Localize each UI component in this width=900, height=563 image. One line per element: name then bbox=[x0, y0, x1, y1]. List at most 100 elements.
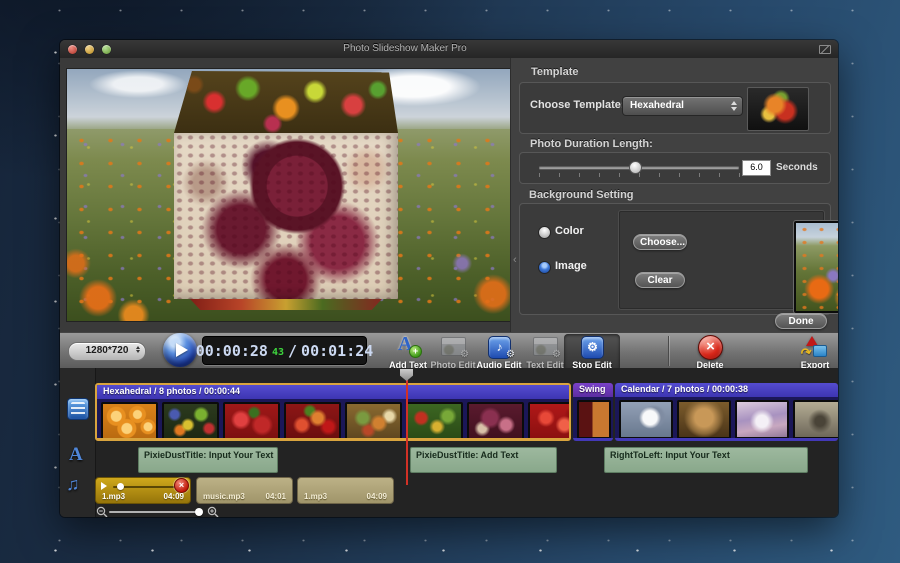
time-display: 00:00:28 43 / 00:01:24 bbox=[202, 336, 367, 365]
duration-unit-label: Seconds bbox=[776, 162, 818, 173]
photo-thumbnail-red-berries[interactable] bbox=[528, 402, 571, 441]
clear-background-button[interactable]: Clear bbox=[635, 272, 685, 288]
playhead-handle[interactable] bbox=[400, 369, 413, 381]
photo-track-thumbnails bbox=[615, 397, 838, 439]
background-image-thumbnail bbox=[794, 221, 838, 313]
duration-slider-ticks bbox=[539, 173, 740, 177]
audio-edit-icon: ♪ ⚙ bbox=[486, 336, 512, 357]
resolution-dropdown[interactable]: 1280*720 bbox=[68, 342, 146, 361]
duration-group-box: 6.0 Seconds bbox=[519, 152, 831, 184]
delete-icon: × bbox=[697, 336, 723, 357]
photo-edit-button: ⚙ Photo Edit bbox=[427, 334, 479, 371]
color-radio[interactable] bbox=[538, 226, 551, 239]
photo-thumbnail-berry-mix[interactable] bbox=[162, 402, 219, 441]
photo-thumbnail-swing[interactable] bbox=[577, 400, 611, 439]
template-dropdown[interactable]: Hexahedral bbox=[622, 96, 743, 116]
audio-block-2[interactable]: 1.mp3 04:09 bbox=[297, 477, 394, 504]
play-button[interactable] bbox=[163, 333, 197, 367]
zoom-in-icon[interactable] bbox=[207, 506, 219, 517]
photo-track-swing[interactable]: Swing bbox=[573, 383, 613, 441]
slideshow-preview[interactable] bbox=[66, 68, 512, 322]
audio-duration: 04:09 bbox=[164, 492, 184, 501]
stop-edit-icon: ⚙ bbox=[579, 336, 605, 357]
photo-thumbnail-lion[interactable] bbox=[677, 400, 731, 439]
zoom-out-icon[interactable] bbox=[96, 506, 108, 517]
audio-edit-button[interactable]: ♪ ⚙ Audio Edit bbox=[473, 334, 525, 371]
drawer-toggle-icon[interactable] bbox=[819, 45, 831, 54]
choose-template-label: Choose Template: bbox=[530, 99, 625, 111]
audio-name: music.mp3 bbox=[203, 492, 245, 501]
timeline-tracks: Hexahedral / 8 photos / 00:00:44 SwingCal… bbox=[95, 368, 838, 517]
audio-block-0[interactable]: ×1.mp304:09 bbox=[95, 477, 191, 504]
play-icon bbox=[176, 343, 188, 357]
cube-bottom-face bbox=[184, 299, 388, 310]
add-text-icon: A + bbox=[395, 336, 421, 357]
dropdown-stepper-icon bbox=[728, 99, 739, 112]
resolution-stepper-icon bbox=[136, 346, 140, 353]
audio-progress-slider[interactable] bbox=[113, 486, 179, 488]
photo-thumbnail-cherries[interactable] bbox=[284, 402, 341, 441]
duration-slider[interactable] bbox=[539, 166, 739, 169]
photo-thumbnail-oranges[interactable] bbox=[101, 402, 158, 441]
audio-block-footer: 1.mp304:09 bbox=[102, 492, 184, 501]
resolution-value: 1280*720 bbox=[86, 345, 129, 356]
panel-grip-icon: ‹ bbox=[513, 254, 517, 266]
photo-thumbnail-mountain[interactable] bbox=[735, 400, 789, 439]
window-title: Photo Slideshow Maker Pro bbox=[60, 43, 750, 54]
timeline-track-icons: A ♫ bbox=[60, 368, 96, 517]
desktop-background: Photo Slideshow Maker Pro ‹ Template Cho… bbox=[0, 0, 900, 563]
text-block-1[interactable]: PixieDustTitle: Add Text bbox=[410, 447, 557, 473]
template-preview-thumbnail bbox=[747, 87, 809, 131]
timeline-zoom-thumb[interactable] bbox=[195, 508, 203, 516]
color-radio-label: Color bbox=[555, 225, 584, 237]
time-frames: 43 bbox=[272, 344, 284, 358]
stop-edit-button[interactable]: ⚙ Stop Edit bbox=[564, 334, 620, 371]
photo-track-hexahedral[interactable]: Hexahedral / 8 photos / 00:00:44 bbox=[95, 383, 571, 441]
photo-thumbnail-veggies[interactable] bbox=[406, 402, 463, 441]
template-section-label: Template bbox=[531, 66, 578, 78]
image-radio[interactable] bbox=[538, 261, 551, 274]
duration-section-label: Photo Duration Length: bbox=[530, 138, 653, 150]
audio-progress-thumb[interactable] bbox=[117, 483, 124, 490]
background-image-box: Choose... Clear bbox=[619, 211, 824, 309]
delete-button[interactable]: × Delete bbox=[682, 334, 738, 371]
toolbar: 1280*720 00:00:28 43 / 00:01:24 A + Add … bbox=[60, 332, 838, 370]
audio-track-row: ×1.mp304:09 music.mp3 04:01 1.mp3 04:09 bbox=[95, 477, 838, 505]
photo-track-icon bbox=[67, 398, 89, 420]
choose-background-button[interactable]: Choose... bbox=[633, 234, 687, 250]
audio-duration: 04:01 bbox=[266, 492, 286, 501]
background-group-box: Color Image Choose... Clear bbox=[519, 203, 831, 315]
photo-thumbnail-strawberries[interactable] bbox=[223, 402, 280, 441]
export-button[interactable]: ↷ Export bbox=[787, 334, 838, 371]
photo-thumbnail-fruit-basket[interactable] bbox=[345, 402, 402, 441]
photo-track-label: Hexahedral / 8 photos / 00:00:44 bbox=[97, 385, 569, 399]
text-track-icon: A bbox=[69, 444, 83, 466]
audio-block-footer: 1.mp3 04:09 bbox=[304, 492, 387, 501]
toolbar-divider bbox=[668, 336, 669, 366]
image-radio-label: Image bbox=[555, 260, 587, 272]
audio-block-1[interactable]: music.mp3 04:01 bbox=[196, 477, 293, 504]
audio-remove-button[interactable]: × bbox=[174, 478, 189, 493]
done-button[interactable]: Done bbox=[775, 313, 827, 329]
photo-thumbnail-moon[interactable] bbox=[619, 400, 673, 439]
plus-badge-icon: + bbox=[409, 345, 422, 358]
photo-thumbnail-raspberry[interactable] bbox=[467, 402, 524, 441]
time-current: 00:00:28 bbox=[196, 342, 268, 360]
audio-play-icon[interactable] bbox=[101, 482, 107, 490]
photo-thumbnail-lake[interactable] bbox=[793, 400, 838, 439]
audio-block-footer: music.mp3 04:01 bbox=[203, 492, 286, 501]
photo-track-calendar[interactable]: Calendar / 7 photos / 00:00:38 bbox=[615, 383, 838, 441]
text-block-2[interactable]: RightToLeft: Input Your Text bbox=[604, 447, 808, 473]
photo-track-thumbnails bbox=[97, 399, 569, 441]
audio-track-icon: ♫ bbox=[66, 474, 80, 495]
timeline-zoom-slider[interactable] bbox=[109, 511, 199, 513]
title-bar[interactable]: Photo Slideshow Maker Pro bbox=[60, 40, 838, 59]
text-track-row: PixieDustTitle: Input Your Text PixieDust… bbox=[95, 445, 838, 475]
duration-value-field[interactable]: 6.0 bbox=[742, 160, 771, 176]
audio-name: 1.mp3 bbox=[304, 492, 327, 501]
app-window: Photo Slideshow Maker Pro ‹ Template Cho… bbox=[60, 40, 838, 517]
template-group-box: Choose Template: Hexahedral bbox=[519, 82, 831, 134]
export-icon: ↷ bbox=[802, 336, 828, 357]
audio-duration: 04:09 bbox=[367, 492, 387, 501]
text-block-0[interactable]: PixieDustTitle: Input Your Text bbox=[138, 447, 278, 473]
